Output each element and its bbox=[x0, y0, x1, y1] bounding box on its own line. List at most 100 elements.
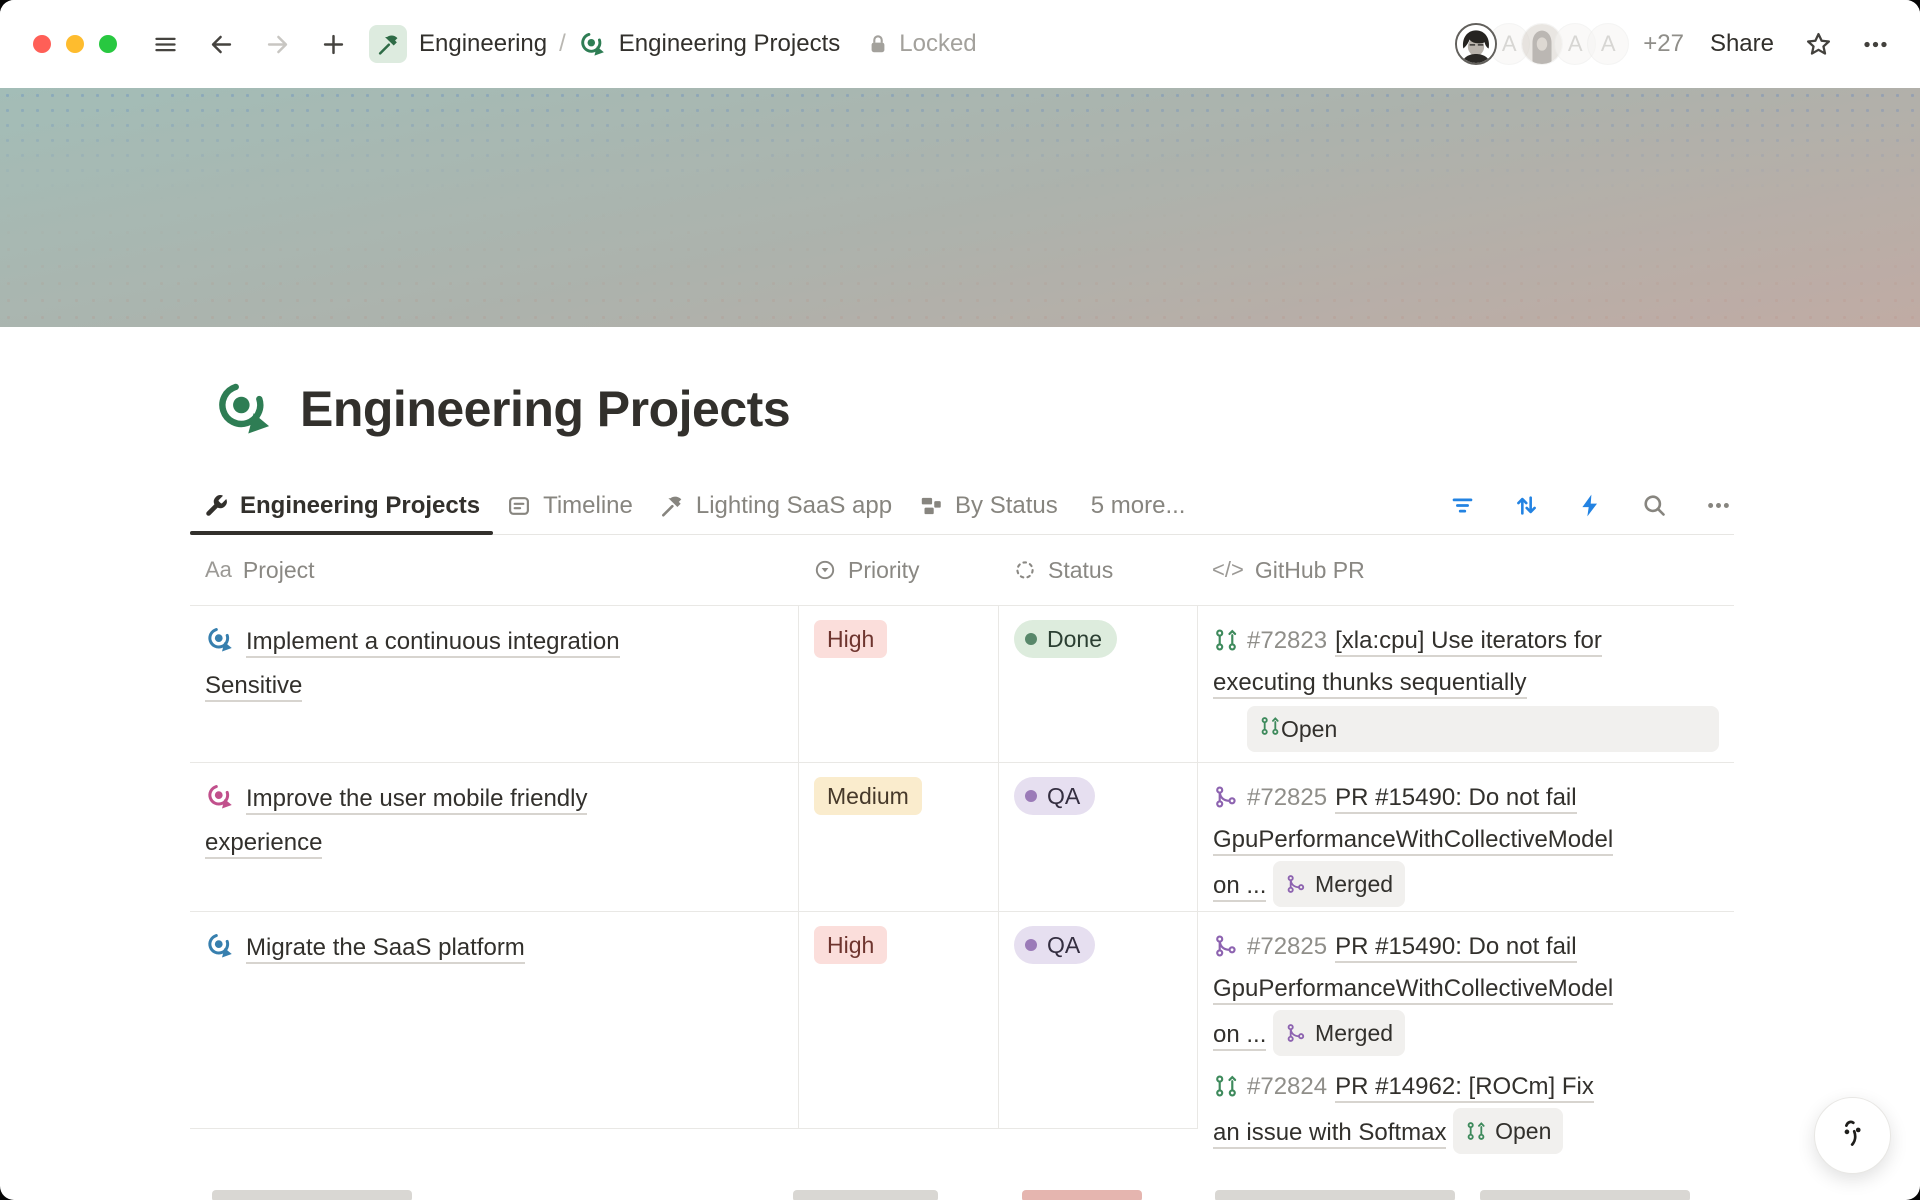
tab-lighting-saas-app[interactable]: Lighting SaaS app bbox=[646, 477, 905, 534]
page-cover bbox=[0, 88, 1920, 327]
breadcrumb-page[interactable]: Engineering Projects bbox=[619, 30, 840, 58]
page-title-icon[interactable] bbox=[212, 377, 276, 441]
more-tabs-button[interactable]: 5 more... bbox=[1091, 492, 1186, 520]
status-dot bbox=[1025, 939, 1037, 951]
table-row: Implement a continuous integration Sensi… bbox=[190, 606, 1734, 763]
project-link[interactable]: Sensitive bbox=[205, 672, 302, 702]
status-dot bbox=[1025, 790, 1037, 802]
project-cell[interactable]: Implement a continuous integration Sensi… bbox=[190, 606, 798, 762]
project-page-icon bbox=[205, 931, 235, 961]
app-window: Engineering / Engineering Projects Locke… bbox=[0, 0, 1920, 1200]
locked-indicator[interactable]: Locked bbox=[866, 30, 976, 58]
menu-icon[interactable] bbox=[145, 24, 185, 64]
zoom-window-button[interactable] bbox=[99, 35, 117, 53]
pr-title-link[interactable]: PR #15490: Do not fail bbox=[1335, 933, 1577, 963]
github-pr-cell[interactable]: #72823 [xla:cpu] Use iterators for execut… bbox=[1197, 606, 1734, 762]
status-cell[interactable]: QA bbox=[998, 763, 1197, 911]
clipped-text bbox=[212, 1190, 412, 1200]
priority-cell[interactable]: Medium bbox=[798, 763, 998, 911]
hammer-icon[interactable] bbox=[369, 25, 407, 63]
pr-state-badge: Merged bbox=[1273, 1010, 1405, 1056]
pr-title-link[interactable]: executing thunks sequentially bbox=[1213, 669, 1527, 699]
project-link[interactable]: Implement a continuous integration bbox=[246, 628, 620, 658]
tab-by-status[interactable]: By Status bbox=[905, 477, 1071, 534]
status-property-icon bbox=[1013, 558, 1037, 582]
avatar-overflow-count[interactable]: +27 bbox=[1643, 30, 1684, 58]
pr-number: #72823 bbox=[1247, 627, 1327, 654]
tab-label: Lighting SaaS app bbox=[696, 492, 892, 520]
pr-title-link[interactable]: an issue with Softmax bbox=[1213, 1119, 1446, 1149]
close-window-button[interactable] bbox=[33, 35, 51, 53]
forward-icon[interactable] bbox=[257, 24, 297, 64]
tab-timeline[interactable]: Timeline bbox=[493, 477, 646, 534]
column-header-project[interactable]: Aa Project bbox=[190, 535, 798, 605]
table-header-row: Aa Project Priority Status </> GitHub PR bbox=[190, 535, 1734, 606]
lock-icon bbox=[866, 32, 890, 56]
sort-icon[interactable] bbox=[1513, 492, 1540, 519]
pr-state-badge: Merged bbox=[1273, 861, 1405, 907]
git-merge-icon bbox=[1285, 1022, 1307, 1044]
tab-label: Engineering Projects bbox=[240, 492, 480, 520]
minimize-window-button[interactable] bbox=[66, 35, 84, 53]
tab-label: By Status bbox=[955, 492, 1058, 520]
priority-badge: Medium bbox=[814, 777, 922, 815]
clipped-text bbox=[793, 1190, 938, 1200]
project-link[interactable]: Improve the user mobile friendly bbox=[246, 785, 587, 815]
pr-title-link[interactable]: on ... bbox=[1213, 1021, 1266, 1051]
project-cell[interactable]: Migrate the SaaS platform bbox=[190, 912, 798, 1129]
column-header-priority[interactable]: Priority bbox=[798, 535, 998, 605]
avatar[interactable] bbox=[1455, 23, 1497, 65]
project-link[interactable]: experience bbox=[205, 829, 322, 859]
filter-icon[interactable] bbox=[1449, 492, 1476, 519]
avatar-stack: A A A bbox=[1455, 23, 1629, 65]
pr-state-badge: Open bbox=[1247, 706, 1719, 752]
page-title[interactable]: Engineering Projects bbox=[300, 380, 790, 438]
more-icon[interactable] bbox=[1705, 492, 1732, 519]
lightning-icon[interactable] bbox=[1577, 492, 1604, 519]
project-cell[interactable]: Improve the user mobile friendly experie… bbox=[190, 763, 798, 911]
pr-title-link[interactable]: PR #14962: [ROCm] Fix bbox=[1335, 1073, 1594, 1103]
status-badge: Done bbox=[1014, 620, 1117, 658]
git-merge-icon bbox=[1213, 933, 1239, 959]
pr-number: #72825 bbox=[1247, 784, 1327, 811]
avatar[interactable]: A bbox=[1587, 23, 1629, 65]
tab-engineering-projects[interactable]: Engineering Projects bbox=[190, 477, 493, 534]
pr-title-link[interactable]: PR #15490: Do not fail bbox=[1335, 784, 1577, 814]
ai-assistant-button[interactable] bbox=[1814, 1097, 1891, 1174]
back-icon[interactable] bbox=[201, 24, 241, 64]
clipped-text bbox=[1215, 1190, 1455, 1200]
clipped-next-row bbox=[190, 1186, 1734, 1200]
git-pull-request-icon bbox=[1213, 627, 1239, 653]
clipped-badge bbox=[1022, 1190, 1142, 1200]
new-tab-icon[interactable] bbox=[313, 24, 353, 64]
status-cell[interactable]: QA bbox=[998, 912, 1197, 1129]
status-dot bbox=[1025, 633, 1037, 645]
project-page-icon bbox=[205, 782, 235, 812]
priority-cell[interactable]: High bbox=[798, 912, 998, 1129]
github-pr-cell[interactable]: #72825PR #15490: Do not fail GpuPerforma… bbox=[1197, 912, 1734, 1129]
pr-title-link[interactable]: GpuPerformanceWithCollectiveModel bbox=[1213, 975, 1613, 1005]
column-header-status[interactable]: Status bbox=[998, 535, 1197, 605]
priority-cell[interactable]: High bbox=[798, 606, 998, 762]
pr-title-link[interactable]: GpuPerformanceWithCollectiveModel bbox=[1213, 826, 1613, 856]
search-icon[interactable] bbox=[1641, 492, 1668, 519]
timeline-icon bbox=[506, 493, 532, 519]
project-link[interactable]: Migrate the SaaS platform bbox=[246, 934, 525, 964]
favorite-star-icon[interactable] bbox=[1804, 30, 1833, 59]
more-icon[interactable] bbox=[1861, 30, 1890, 59]
text-property-icon: Aa bbox=[205, 557, 232, 583]
pr-title-link[interactable]: [xla:cpu] Use iterators for bbox=[1335, 627, 1602, 657]
share-button[interactable]: Share bbox=[1710, 30, 1774, 58]
git-merge-icon bbox=[1213, 784, 1239, 810]
breadcrumb-workspace[interactable]: Engineering bbox=[419, 30, 547, 58]
github-pr-cell[interactable]: #72825 PR #15490: Do not fail GpuPerforma… bbox=[1197, 763, 1734, 911]
page-content: Engineering Projects Engineering Project… bbox=[0, 377, 1734, 1129]
board-icon bbox=[918, 493, 944, 519]
status-cell[interactable]: Done bbox=[998, 606, 1197, 762]
breadcrumb-separator: / bbox=[559, 30, 566, 58]
git-pull-request-icon bbox=[1213, 1073, 1239, 1099]
pr-title-link[interactable]: on ... bbox=[1213, 872, 1266, 902]
column-header-github-pr[interactable]: </> GitHub PR bbox=[1197, 535, 1734, 605]
wrench-icon bbox=[203, 493, 229, 519]
window-controls bbox=[33, 35, 117, 53]
